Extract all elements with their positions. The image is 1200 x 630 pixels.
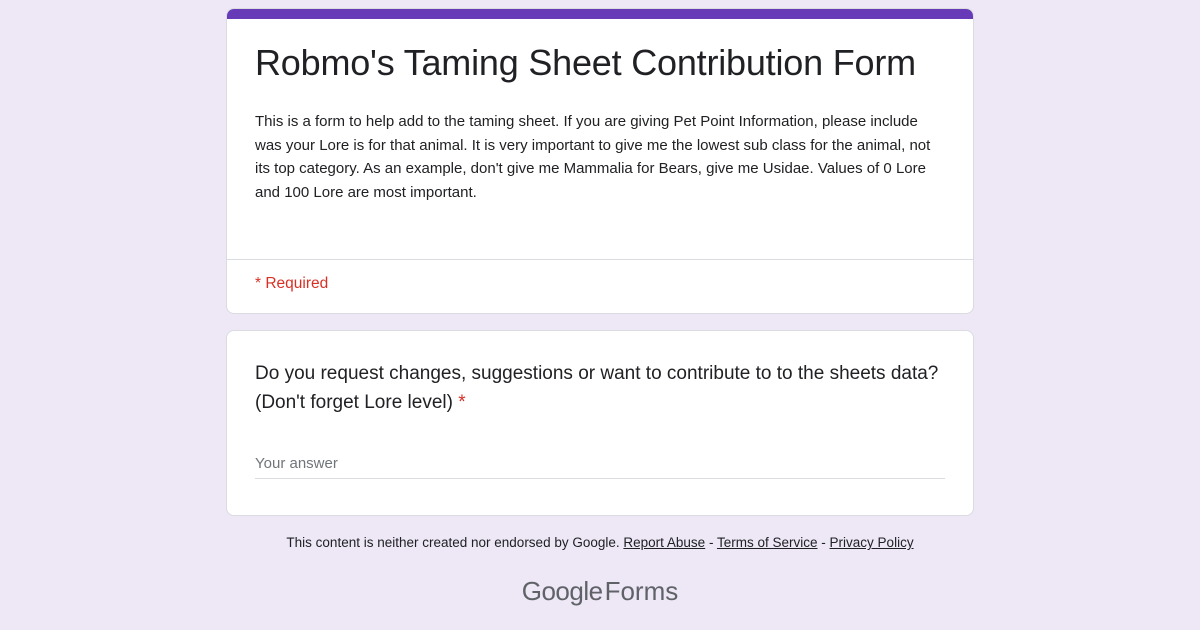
theme-accent-bar	[227, 9, 973, 19]
footer-disclaimer: This content is neither created nor endo…	[286, 535, 620, 550]
footer-separator: -	[821, 535, 826, 550]
footer: This content is neither created nor endo…	[0, 535, 1200, 550]
answer-input[interactable]	[255, 449, 945, 477]
form-description: This is a form to help add to the taming…	[255, 113, 931, 201]
google-wordmark: Google	[521, 576, 603, 606]
header-divider	[227, 259, 973, 260]
forms-wordmark: Forms	[604, 576, 679, 606]
form-title: Robmo's Taming Sheet Contribution Form	[255, 42, 916, 83]
privacy-policy-link[interactable]: Privacy Policy	[830, 535, 914, 550]
question-text: Do you request changes, suggestions or w…	[255, 363, 939, 413]
form-page: Robmo's Taming Sheet Contribution Form T…	[0, 0, 1200, 630]
required-note: * Required	[255, 275, 329, 292]
question-card: Do you request changes, suggestions or w…	[226, 330, 974, 516]
form-header-card: Robmo's Taming Sheet Contribution Form T…	[226, 8, 974, 314]
footer-separator: -	[708, 535, 714, 550]
terms-of-service-link[interactable]: Terms of Service	[717, 535, 818, 550]
question-title: Do you request changes, suggestions or w…	[255, 359, 945, 417]
google-forms-logo[interactable]: GoogleForms	[0, 576, 1200, 607]
answer-field[interactable]	[255, 449, 945, 479]
required-asterisk: *	[458, 392, 466, 413]
report-abuse-link[interactable]: Report Abuse	[623, 535, 705, 550]
